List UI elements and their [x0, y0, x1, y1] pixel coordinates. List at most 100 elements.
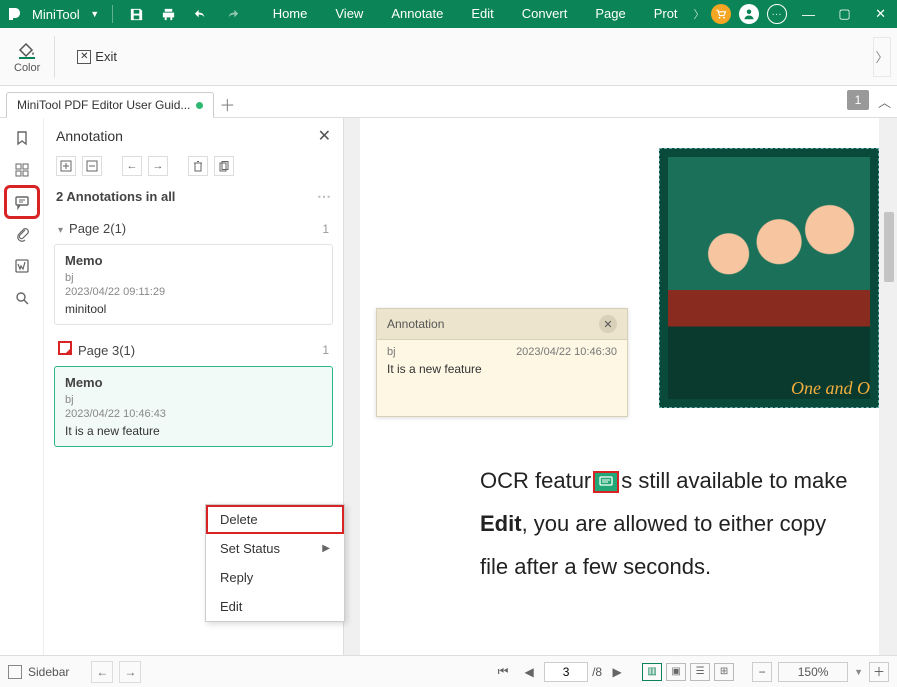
page-group-row[interactable]: ▾Page 2(1) 1: [52, 213, 335, 244]
app-logo-icon: [6, 5, 24, 23]
anno-author: bj: [65, 272, 322, 284]
fields-icon[interactable]: [7, 252, 37, 280]
ctx-edit[interactable]: Edit: [206, 592, 344, 621]
menu-protect[interactable]: Prot: [640, 0, 692, 28]
nav-back-icon[interactable]: ←: [91, 661, 113, 683]
popup-title: Annotation: [387, 317, 444, 331]
search-icon[interactable]: [7, 284, 37, 312]
exit-button[interactable]: ✕ Exit: [69, 45, 125, 68]
page-anno-count: 1: [322, 222, 329, 236]
ctx-delete-label: Delete: [220, 512, 258, 527]
next-anno-icon[interactable]: →: [148, 156, 168, 176]
annotation-card[interactable]: Memo bj 2023/04/22 09:11:29 minitool: [54, 244, 333, 325]
popup-time: 2023/04/22 10:46:30: [516, 346, 617, 358]
zoom-dropdown-icon[interactable]: ▼: [854, 667, 863, 677]
app-dropdown-icon[interactable]: ▼: [88, 9, 102, 19]
next-page-icon[interactable]: ▶: [606, 661, 628, 683]
page-label: Page 3(1): [78, 343, 135, 358]
ctx-set-status[interactable]: Set Status▶: [206, 534, 344, 563]
ribbon-toolbar: Color ✕ Exit 〉: [0, 28, 897, 86]
zoom-value[interactable]: 150%: [778, 662, 848, 682]
prev-anno-icon[interactable]: ←: [122, 156, 142, 176]
page-badge: 1: [847, 90, 869, 110]
popup-close-icon[interactable]: ✕: [599, 315, 617, 333]
menu-view[interactable]: View: [321, 0, 377, 28]
annotation-card-selected[interactable]: Memo bj 2023/04/22 10:46:43 It is a new …: [54, 366, 333, 447]
exit-x-icon: ✕: [77, 50, 91, 64]
document-image[interactable]: One and O: [659, 148, 879, 408]
ctx-delete[interactable]: Delete: [206, 505, 344, 534]
doc-text-span: , you are allowed to either copy: [522, 511, 827, 536]
two-page-view-icon[interactable]: ▣: [666, 663, 686, 681]
grid-view-icon[interactable]: ⊞: [714, 663, 734, 681]
title-bar: MiniTool ▼ Home View Annotate Edit Conve…: [0, 0, 897, 28]
annotations-icon[interactable]: [7, 188, 37, 216]
file-tab-label: MiniTool PDF Editor User Guid...: [17, 98, 190, 112]
document-page[interactable]: One and O Annotation ✕ bj 2023/04/22 10:…: [360, 118, 879, 655]
collapse-all-icon[interactable]: [82, 156, 102, 176]
ctx-set-status-label: Set Status: [220, 541, 280, 556]
print-icon[interactable]: [155, 0, 183, 28]
expand-all-icon[interactable]: [56, 156, 76, 176]
ribbon-scroll-right-icon[interactable]: 〉: [873, 37, 891, 77]
attachments-icon[interactable]: [7, 220, 37, 248]
menu-page[interactable]: Page: [581, 0, 639, 28]
page-number-input[interactable]: [544, 662, 588, 682]
nav-forward-icon[interactable]: →: [119, 661, 141, 683]
cart-icon[interactable]: [711, 4, 731, 24]
delete-anno-icon[interactable]: [188, 156, 208, 176]
toggle-visibility-icon[interactable]: ⋯: [317, 188, 331, 205]
main-menu: Home View Annotate Edit Convert Page Pro…: [259, 0, 707, 28]
file-tab[interactable]: MiniTool PDF Editor User Guid...: [6, 92, 214, 118]
bookmarks-icon[interactable]: [7, 124, 37, 152]
user-icon[interactable]: [739, 4, 759, 24]
vertical-scrollbar[interactable]: [883, 122, 895, 651]
maximize-button[interactable]: ▢: [827, 0, 863, 28]
zoom-in-button[interactable]: ＋: [869, 662, 889, 682]
status-bar: Sidebar ← → ⏮ ◀ /8 ▶ ▥ ▣ ☰ ⊞ − 150% ▼ ＋: [0, 655, 897, 687]
anno-title: Memo: [65, 375, 322, 390]
thumbnails-icon[interactable]: [7, 156, 37, 184]
menu-overflow-icon[interactable]: 〉: [692, 6, 707, 22]
left-nav-rail: [0, 118, 44, 655]
color-tool[interactable]: Color: [0, 28, 54, 85]
panel-summary: 2 Annotations in all: [56, 189, 175, 204]
doc-text-span: OCR featur: [480, 468, 591, 493]
total-pages: /8: [592, 665, 602, 679]
save-icon[interactable]: [123, 0, 151, 28]
page-group-row[interactable]: Page 3(1) 1: [52, 333, 335, 366]
menu-edit[interactable]: Edit: [457, 0, 507, 28]
first-page-icon[interactable]: ⏮: [492, 661, 514, 683]
unsaved-dot-icon: [196, 102, 203, 109]
delete-all-icon[interactable]: [214, 156, 234, 176]
undo-icon[interactable]: [187, 0, 215, 28]
document-view: One and O Annotation ✕ bj 2023/04/22 10:…: [344, 118, 897, 655]
anno-time: 2023/04/22 10:46:43: [65, 408, 322, 420]
sidebar-toggle-icon[interactable]: [8, 665, 22, 679]
minimize-button[interactable]: —: [791, 0, 827, 28]
redo-icon[interactable]: [219, 0, 247, 28]
zoom-out-button[interactable]: −: [752, 662, 772, 682]
new-tab-button[interactable]: ＋: [214, 91, 240, 117]
panel-title: Annotation: [56, 128, 123, 144]
collapse-ribbon-icon[interactable]: ︿: [878, 92, 891, 111]
exit-label: Exit: [95, 49, 117, 64]
close-window-button[interactable]: ✕: [863, 0, 897, 28]
document-tabs: MiniTool PDF Editor User Guid... ＋ 1 ︿: [0, 86, 897, 118]
single-page-view-icon[interactable]: ▥: [642, 663, 662, 681]
menu-convert[interactable]: Convert: [508, 0, 582, 28]
doc-text-span: s still available to make: [621, 468, 847, 493]
anno-body: minitool: [65, 302, 322, 316]
app-name: MiniTool: [28, 7, 84, 22]
panel-close-icon[interactable]: ✕: [318, 126, 331, 146]
document-text: OCR featurs still available to make Edit…: [480, 460, 879, 589]
annotation-popup[interactable]: Annotation ✕ bj 2023/04/22 10:46:30 It i…: [376, 308, 628, 417]
prev-page-icon[interactable]: ◀: [518, 661, 540, 683]
menu-annotate[interactable]: Annotate: [377, 0, 457, 28]
sidebar-label: Sidebar: [28, 665, 69, 679]
feedback-icon[interactable]: ···: [767, 4, 787, 24]
continuous-view-icon[interactable]: ☰: [690, 663, 710, 681]
menu-home[interactable]: Home: [259, 0, 322, 28]
inline-note-icon[interactable]: [593, 471, 619, 493]
ctx-reply[interactable]: Reply: [206, 563, 344, 592]
